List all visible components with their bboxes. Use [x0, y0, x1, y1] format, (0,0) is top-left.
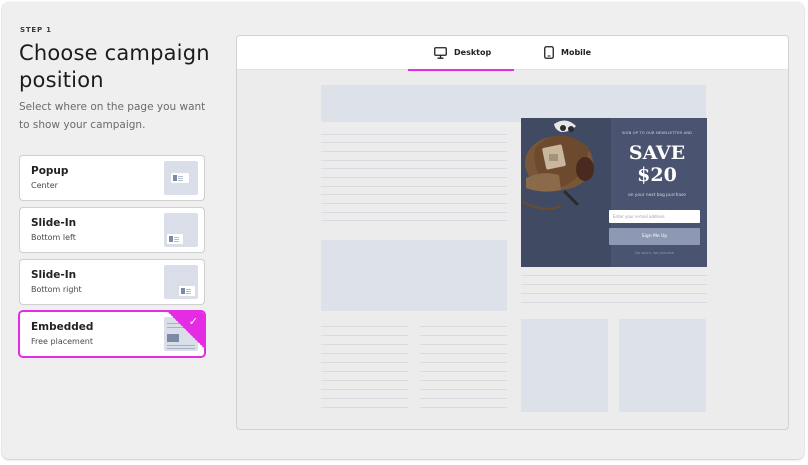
tab-label: Desktop	[454, 48, 492, 57]
placeholder-text-line	[321, 362, 408, 363]
active-tab-indicator	[408, 69, 514, 71]
checkmark-icon: ✓	[188, 315, 198, 328]
tab-mobile[interactable]: Mobile	[543, 36, 603, 70]
placeholder-text-line	[321, 380, 408, 381]
option-description: Center	[31, 181, 58, 190]
preview-panel: Desktop Mobile SIGN UP TO OUR NEWSLETTER…	[236, 35, 789, 430]
selected-corner-badge	[167, 312, 204, 349]
step-label: STEP 1	[20, 26, 52, 34]
option-description: Free placement	[31, 337, 93, 346]
placeholder-text-line	[321, 220, 507, 221]
popup-center-thumbnail-icon	[164, 161, 198, 195]
placeholder-text-line	[321, 142, 507, 143]
bag-photo-image	[521, 118, 611, 267]
placeholder-text-line	[321, 344, 408, 345]
option-name: Slide-In	[31, 217, 77, 229]
placeholder-text-line	[420, 353, 507, 354]
placeholder-text-line	[321, 186, 507, 187]
placeholder-text-line	[321, 160, 507, 161]
campaign-headline: SAVE $20	[609, 142, 705, 186]
campaign-headline-line-2: $20	[637, 164, 677, 186]
placeholder-text-line	[521, 302, 707, 303]
tab-label: Mobile	[561, 48, 592, 57]
placeholder-text-line	[420, 371, 507, 372]
placeholder-text-line	[420, 326, 507, 327]
placeholder-text-line	[521, 293, 707, 294]
placeholder-text-line	[321, 326, 408, 327]
placeholder-text-line	[420, 380, 507, 381]
page-title: Choose campaign position	[19, 41, 210, 92]
placeholder-text-line	[321, 212, 507, 213]
placeholder-image-block	[521, 319, 608, 412]
option-name: Embedded	[31, 321, 94, 333]
option-description: Bottom right	[31, 285, 82, 294]
option-name: Slide-In	[31, 269, 77, 281]
placeholder-image-block	[619, 319, 706, 412]
placeholder-text-line	[321, 194, 507, 195]
campaign-footer-text: No spam, we promise	[635, 251, 674, 255]
placeholder-text-line	[321, 177, 507, 178]
placeholder-text-line	[420, 389, 507, 390]
tab-desktop[interactable]: Desktop	[408, 36, 514, 71]
device-tabs: Desktop Mobile	[237, 36, 788, 71]
slide-in-bottom-left-thumbnail-icon	[164, 213, 198, 247]
position-option-slide-in-bottom-left[interactable]: Slide-In Bottom left	[19, 207, 205, 253]
position-option-embedded[interactable]: Embedded Free placement ✓	[19, 311, 205, 357]
campaign-top-text: SIGN UP TO OUR NEWSLETTER AND	[621, 131, 693, 135]
option-name: Popup	[31, 165, 69, 177]
placeholder-text-line	[420, 362, 507, 363]
option-description: Bottom left	[31, 233, 76, 242]
app-panel: STEP 1 Choose campaign position Select w…	[2, 2, 804, 459]
placeholder-text-line	[321, 353, 408, 354]
placeholder-header-block	[321, 85, 706, 122]
placeholder-text-line	[420, 335, 507, 336]
campaign-email-input[interactable]: Enter your e-mail address	[609, 210, 700, 223]
phone-icon	[544, 46, 554, 59]
monitor-icon	[434, 47, 447, 59]
placeholder-text-line	[321, 398, 408, 399]
placeholder-text-line	[321, 371, 408, 372]
slide-in-bottom-right-thumbnail-icon	[164, 265, 198, 299]
placeholder-text-line	[321, 168, 507, 169]
placeholder-text-line	[321, 389, 408, 390]
placeholder-text-line	[321, 335, 408, 336]
placeholder-text-line	[521, 275, 707, 276]
placeholder-text-line	[321, 134, 507, 135]
position-option-popup[interactable]: Popup Center	[19, 155, 205, 201]
position-option-slide-in-bottom-right[interactable]: Slide-In Bottom right	[19, 259, 205, 305]
placeholder-text-line	[321, 151, 507, 152]
placeholder-text-line	[321, 203, 507, 204]
campaign-subtext: on your next bag purchase	[628, 193, 686, 198]
placeholder-text-line	[420, 407, 507, 408]
campaign-embed[interactable]: SIGN UP TO OUR NEWSLETTER AND SAVE $20 o…	[521, 118, 707, 267]
campaign-signup-button[interactable]: Sign Me Up	[609, 228, 700, 245]
page-subtitle: Select where on the page you want to sho…	[19, 101, 206, 131]
campaign-headline-line-1: SAVE	[628, 142, 686, 164]
placeholder-image-block	[321, 240, 507, 311]
placeholder-text-line	[521, 284, 707, 285]
placeholder-text-line	[321, 407, 408, 408]
placeholder-text-line	[420, 398, 507, 399]
placeholder-text-line	[420, 344, 507, 345]
